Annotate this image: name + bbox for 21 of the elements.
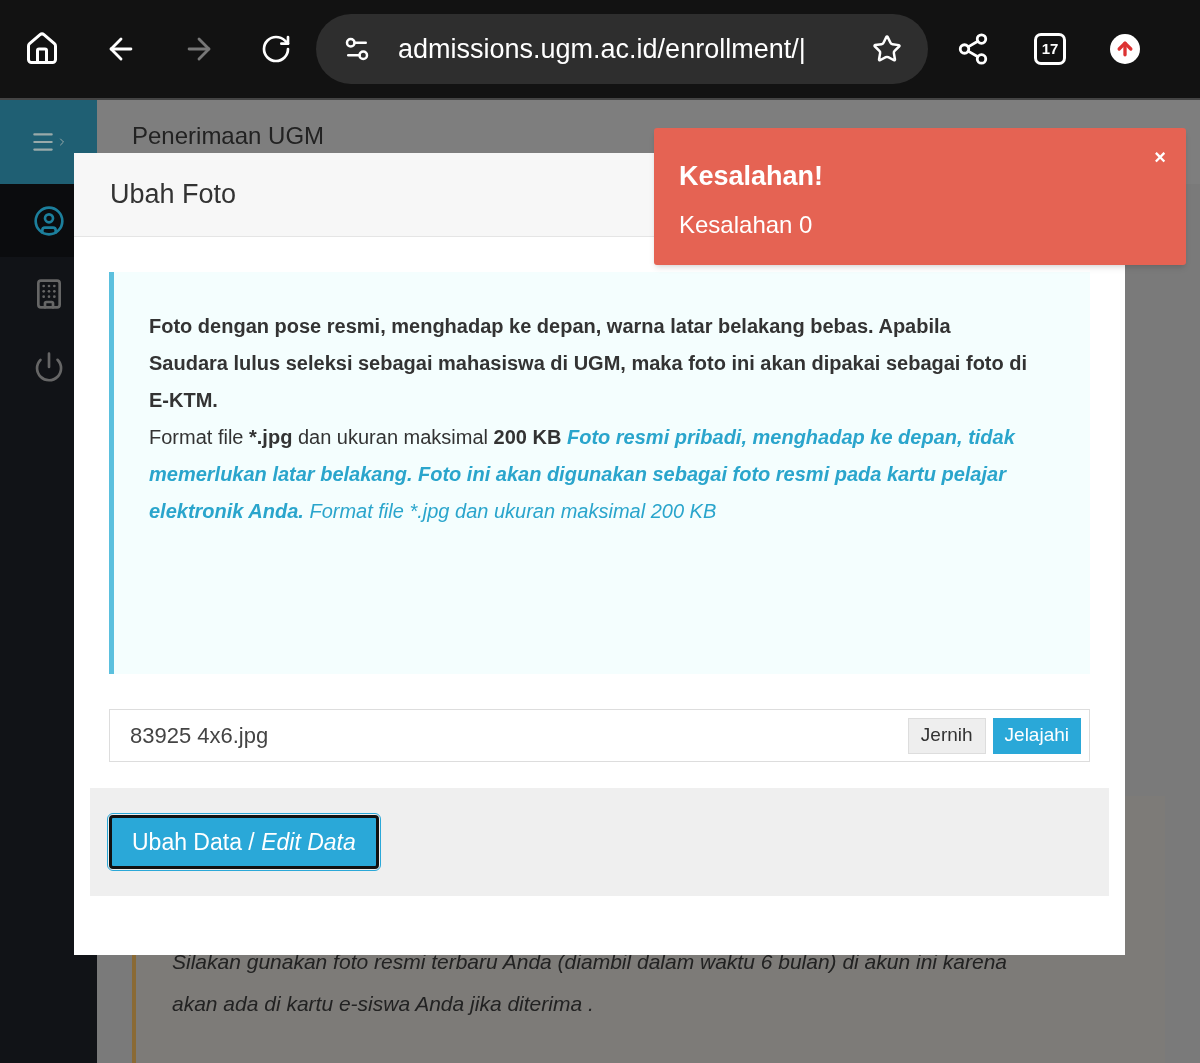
user-icon <box>32 204 65 237</box>
notice-text: Silakan gunakan foto resmi terbaru Anda (diambil dalam waktu 6 bulan) di akun ini karena <box>172 949 1009 975</box>
address-bar[interactable]: admissions.ugm.ac.id/enrollment/| <box>316 14 928 84</box>
star-icon[interactable] <box>872 34 902 64</box>
menu-toggle[interactable] <box>0 100 97 184</box>
notice-text: akan ada di kartu e-siswa Anda jika diterima . <box>172 990 595 1017</box>
home-icon[interactable] <box>24 31 60 67</box>
file-name: 83925 4x6.jpg <box>130 722 270 750</box>
file-input[interactable]: 83925 4x6.jpg Jernih Jelajahi <box>109 709 1090 762</box>
tab-count[interactable]: 17 <box>1034 33 1066 65</box>
clear-button[interactable]: Jernih <box>907 717 986 754</box>
toast-title: Kesalahan! <box>679 160 825 193</box>
page-header: Penerimaan UGM <box>132 121 325 151</box>
url-text: admissions.ugm.ac.id/enrollment/| <box>398 32 807 66</box>
modal-title: Ubah Foto <box>110 178 237 212</box>
intro-text: Foto dengan pose resmi, menghadap ke depan, warna latar belakang bebas. Apabila Saudara lulus seleksi sebagai mahasiswa di UGM, maka foto ini akan dipakai sebagai foto di E-KTM. <box>149 314 1029 413</box>
reload-icon[interactable] <box>260 33 292 65</box>
share-icon[interactable] <box>956 32 990 66</box>
format-text: Format file *.jpg dan ukuran maksimal 200 KB Foto resmi pribadi, menghadap ke depan, tidak memerlukan latar belakang. Foto ini akan digunakan sebagai foto resmi pada kartu pelajar elektronik Anda. Format file *.jpg dan ukuran maksimal 200 KB <box>149 425 1017 524</box>
toast-message: Kesalahan 0 <box>679 209 814 240</box>
update-icon[interactable] <box>1110 34 1140 64</box>
